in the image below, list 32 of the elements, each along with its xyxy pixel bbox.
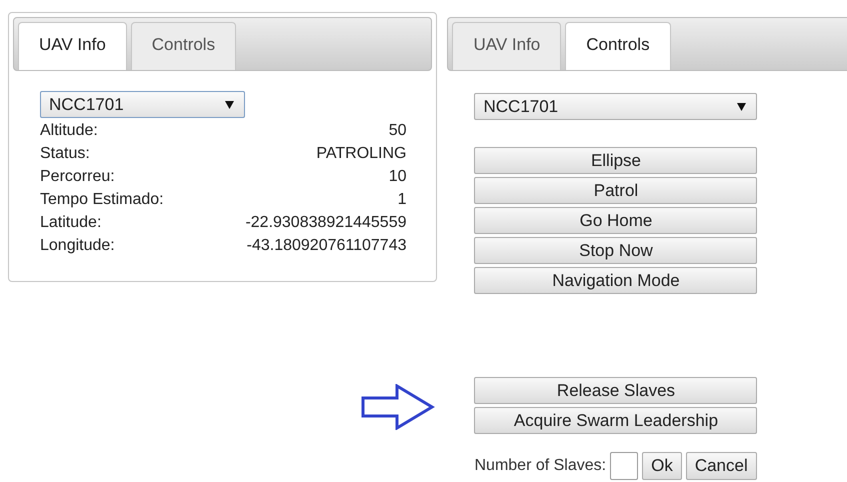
tab[interactable]: Controls (565, 22, 671, 70)
command-button[interactable]: Patrol (474, 177, 758, 204)
field-value: PATROLING (316, 144, 406, 164)
field-label: Longitude: (40, 236, 115, 256)
tab[interactable]: Controls (130, 22, 236, 70)
command-button[interactable]: Ellipse (474, 147, 758, 174)
uav-dropdown[interactable]: NCC1701 (40, 91, 245, 118)
uav-dropdown[interactable]: NCC1701 (474, 93, 758, 120)
field-value: -22.930838921445559 (245, 213, 406, 233)
field-value: 10 (388, 167, 406, 187)
command-button[interactable]: Go Home (474, 207, 758, 234)
field-label: Number of Slaves: (474, 456, 606, 476)
field-label: Tempo Estimado: (40, 190, 164, 210)
dropdown-arrow-icon (737, 102, 746, 110)
command-button[interactable]: Stop Now (474, 237, 758, 264)
field-value: -43.180920761107743 (246, 236, 406, 256)
field-label: Altitude: (40, 121, 98, 141)
dropdown-arrow-icon (225, 100, 234, 108)
field-label: Percorreu: (40, 167, 115, 187)
field-value: 50 (388, 121, 406, 141)
field-label: Status: (40, 144, 90, 164)
tab[interactable]: UAV Info (18, 22, 127, 70)
command-button[interactable]: Release Slaves (474, 377, 758, 404)
arrow-icon (361, 384, 436, 430)
tab[interactable]: UAV Info (452, 22, 562, 70)
field-value: 1 (398, 190, 406, 210)
dialog-button[interactable]: Cancel (686, 452, 757, 480)
slaves-input[interactable] (610, 452, 638, 480)
field-label: Latitude: (40, 213, 102, 233)
dialog-button[interactable]: Ok (642, 452, 682, 480)
command-button[interactable]: Navigation Mode (474, 267, 758, 294)
command-button[interactable]: Acquire Swarm Leadership (474, 407, 758, 434)
